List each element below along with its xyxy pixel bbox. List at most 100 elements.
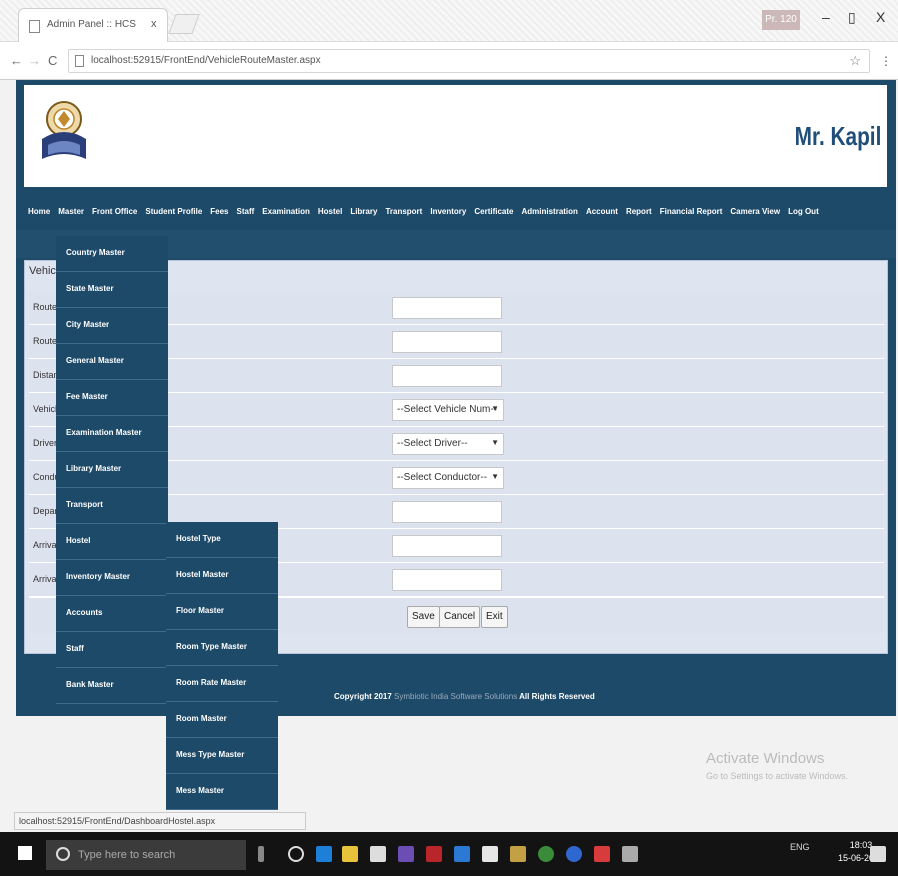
url-field[interactable]: localhost:52915/FrontEnd/VehicleRouteMas… (68, 49, 870, 73)
save-button[interactable]: Save (407, 606, 440, 628)
menu-item-inventory-master[interactable]: Inventory Master (56, 560, 168, 596)
status-bar-url: localhost:52915/FrontEnd/DashboardHostel… (14, 812, 306, 830)
panel-title: Vehic (29, 265, 56, 277)
hostel-submenu: Hostel Type Hostel Master Floor Master R… (166, 522, 278, 810)
filezilla-icon[interactable] (426, 846, 442, 862)
nav-report[interactable]: Report (622, 207, 656, 216)
submenu-item-room-type-master[interactable]: Room Type Master (166, 630, 278, 666)
nav-home[interactable]: Home (24, 207, 54, 216)
menu-item-library-master[interactable]: Library Master (56, 452, 168, 488)
route-input-2[interactable] (392, 331, 502, 353)
driver-select-value: --Select Driver-- (397, 438, 468, 449)
arrival-input-2[interactable] (392, 569, 502, 591)
nav-administration[interactable]: Administration (517, 207, 581, 216)
school-logo (42, 101, 86, 159)
window-user-badge[interactable]: Pr. 120 (762, 10, 800, 30)
nav-student-profile[interactable]: Student Profile (141, 207, 206, 216)
nav-certificate[interactable]: Certificate (470, 207, 517, 216)
forward-arrow-icon[interactable]: → (28, 53, 41, 68)
page-info-icon[interactable] (75, 55, 84, 67)
powerpoint-icon[interactable] (594, 846, 610, 862)
nav-camera-view[interactable]: Camera View (726, 207, 784, 216)
submenu-item-mess-type-master[interactable]: Mess Type Master (166, 738, 278, 774)
nav-fees[interactable]: Fees (206, 207, 232, 216)
nav-financial-report[interactable]: Financial Report (656, 207, 727, 216)
menu-item-hostel[interactable]: Hostel (56, 524, 168, 560)
menu-item-general-master[interactable]: General Master (56, 344, 168, 380)
search-placeholder: Type here to search (78, 849, 176, 861)
menu-item-state-master[interactable]: State Master (56, 272, 168, 308)
submenu-item-floor-master[interactable]: Floor Master (166, 594, 278, 630)
app-icon[interactable] (566, 846, 582, 862)
windows-start-icon[interactable] (18, 846, 32, 860)
copyright-firm-link[interactable]: Symbiotic India Software Solutions (394, 692, 517, 701)
submenu-item-hostel-master[interactable]: Hostel Master (166, 558, 278, 594)
departure-input[interactable] (392, 501, 502, 523)
nav-log-out[interactable]: Log Out (784, 207, 823, 216)
tray-language[interactable]: ENG (790, 842, 810, 852)
arrival-input-1[interactable] (392, 535, 502, 557)
nav-inventory[interactable]: Inventory (426, 207, 470, 216)
cancel-button[interactable]: Cancel (439, 606, 481, 628)
nav-transport[interactable]: Transport (381, 207, 426, 216)
new-tab-button[interactable] (168, 14, 200, 34)
menu-item-fee-master[interactable]: Fee Master (56, 380, 168, 416)
paint-icon[interactable] (510, 846, 526, 862)
taskbar-search[interactable]: Type here to search (46, 840, 246, 870)
edge-icon[interactable] (316, 846, 332, 862)
task-view-icon[interactable] (288, 846, 304, 862)
reload-icon[interactable]: C (48, 53, 57, 68)
conductor-select[interactable]: --Select Conductor-- ▼ (392, 467, 504, 489)
bookmark-star-icon[interactable]: ☆ (849, 53, 861, 69)
driver-select[interactable]: --Select Driver-- ▼ (392, 433, 504, 455)
browser-menu-icon[interactable]: ⋮ (880, 54, 892, 68)
minimize-button[interactable]: – (822, 9, 830, 25)
menu-item-bank-master[interactable]: Bank Master (56, 668, 168, 704)
site-header: Mr. Kapil (24, 85, 887, 187)
nav-examination[interactable]: Examination (258, 207, 314, 216)
vehicle-select[interactable]: --Select Vehicle Num-- ▼ (392, 399, 504, 421)
notepad-icon[interactable] (482, 846, 498, 862)
route-input-1[interactable] (392, 297, 502, 319)
page-icon (29, 20, 40, 33)
browser-tab[interactable]: Admin Panel :: HCS x (18, 8, 168, 42)
tab-close-icon[interactable]: x (151, 18, 157, 30)
nav-staff[interactable]: Staff (233, 207, 259, 216)
conductor-select-value: --Select Conductor-- (397, 472, 488, 483)
nav-hostel[interactable]: Hostel (314, 207, 346, 216)
distance-input[interactable] (392, 365, 502, 387)
submenu-item-hostel-type[interactable]: Hostel Type (166, 522, 278, 558)
logged-in-user: Mr. Kapil (794, 121, 881, 151)
chrome-icon[interactable] (538, 846, 554, 862)
menu-item-staff[interactable]: Staff (56, 632, 168, 668)
exit-button[interactable]: Exit (481, 606, 508, 628)
browser-tab-bar: Admin Panel :: HCS x Pr. 120 – ▯ X (0, 0, 898, 42)
nav-front-office[interactable]: Front Office (88, 207, 141, 216)
menu-item-city-master[interactable]: City Master (56, 308, 168, 344)
cortana-icon (56, 847, 70, 861)
submenu-item-room-rate-master[interactable]: Room Rate Master (166, 666, 278, 702)
copyright-text: Copyright 2017 Symbiotic India Software … (334, 692, 595, 701)
visual-studio-icon[interactable] (398, 846, 414, 862)
nav-account[interactable]: Account (582, 207, 622, 216)
activate-title: Activate Windows (706, 750, 825, 767)
window-close-button[interactable]: X (876, 9, 885, 25)
menu-item-country-master[interactable]: Country Master (56, 236, 168, 272)
back-arrow-icon[interactable]: ← (10, 53, 23, 68)
nav-library[interactable]: Library (346, 207, 381, 216)
restore-button[interactable]: ▯ (848, 9, 856, 26)
submenu-item-mess-master[interactable]: Mess Master (166, 774, 278, 810)
menu-item-transport[interactable]: Transport (56, 488, 168, 524)
menu-item-examination-master[interactable]: Examination Master (56, 416, 168, 452)
nav-master[interactable]: Master (54, 207, 88, 216)
address-bar: ← → C localhost:52915/FrontEnd/VehicleRo… (0, 42, 898, 80)
menu-item-accounts[interactable]: Accounts (56, 596, 168, 632)
skype-icon[interactable] (454, 846, 470, 862)
store-icon[interactable] (370, 846, 386, 862)
tool-icon[interactable] (622, 846, 638, 862)
submenu-item-room-master[interactable]: Room Master (166, 702, 278, 738)
notification-icon[interactable] (870, 846, 886, 862)
microphone-icon[interactable] (258, 846, 264, 862)
copyright-suffix: All Rights Reserved (519, 692, 595, 701)
file-explorer-icon[interactable] (342, 846, 358, 862)
